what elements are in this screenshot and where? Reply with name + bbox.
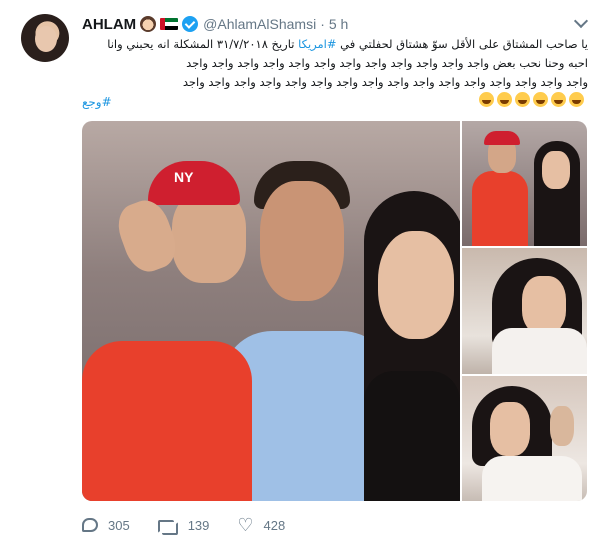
tweet-media[interactable]: NY bbox=[82, 121, 587, 501]
photo-figure bbox=[482, 456, 582, 501]
tweet-line-2: احبه وحنا نحب بعض واجد واجد واجد واجد وا… bbox=[186, 56, 588, 70]
laugh-emojis bbox=[476, 92, 584, 111]
photo-figure bbox=[522, 276, 566, 334]
tweet-time[interactable]: 5 h bbox=[329, 16, 348, 32]
side-photo-3[interactable] bbox=[462, 376, 587, 501]
retweet-icon bbox=[157, 518, 178, 535]
uae-flag-icon bbox=[160, 18, 179, 30]
retweet-count: 139 bbox=[187, 517, 210, 533]
photo-figure bbox=[82, 341, 252, 501]
face-with-tears-of-joy-icon bbox=[569, 92, 584, 107]
face-with-tears-of-joy-icon bbox=[551, 92, 566, 107]
face-with-tears-of-joy-icon bbox=[515, 92, 530, 107]
side-photo-2[interactable] bbox=[462, 248, 587, 374]
verified-badge-icon bbox=[182, 16, 199, 32]
side-photo-1[interactable] bbox=[462, 121, 587, 246]
author-handle[interactable]: @AhlamAlShamsi bbox=[203, 16, 316, 32]
tweet-tail-line bbox=[476, 92, 584, 111]
tweet-text-part: تاريخ ٣١/٧/٢٠١٨ المشكلة انه يحبني وانا bbox=[107, 37, 295, 51]
face-with-tears-of-joy-icon bbox=[479, 92, 494, 107]
avatar[interactable] bbox=[21, 14, 69, 62]
face-with-tears-of-joy-icon bbox=[533, 92, 548, 107]
tweet-line-3: واجد واجد واجد واجد واجد واجد واجد واجد … bbox=[182, 75, 588, 89]
reply-count: 305 bbox=[108, 517, 130, 533]
author-name[interactable]: AHLAM bbox=[82, 16, 136, 33]
photo-figure bbox=[378, 231, 454, 339]
cap-logo: NY bbox=[174, 169, 194, 185]
photo-figure bbox=[148, 161, 240, 205]
separator-dot: · bbox=[320, 16, 325, 32]
photo-figure bbox=[490, 402, 530, 456]
like-button[interactable]: ♡ 428 bbox=[237, 515, 286, 535]
reply-button[interactable]: 305 bbox=[82, 518, 130, 533]
photo-figure bbox=[492, 328, 587, 374]
photo-figure bbox=[542, 151, 570, 189]
hashtag-america[interactable]: #امريكا bbox=[298, 37, 336, 51]
reply-icon bbox=[82, 518, 98, 532]
tweet-text-part: يا صاحب المشتاق على الأقل سوّ هشتاق لحفل… bbox=[340, 37, 588, 51]
chevron-down-icon[interactable] bbox=[573, 13, 589, 29]
heart-icon: ♡ bbox=[237, 515, 254, 535]
photo-figure bbox=[484, 131, 520, 145]
tweet-line-1: يا صاحب المشتاق على الأقل سوّ هشتاق لحفل… bbox=[82, 35, 588, 54]
tweet-text: يا صاحب المشتاق على الأقل سوّ هشتاق لحفل… bbox=[82, 35, 588, 92]
photo-figure bbox=[364, 371, 460, 501]
main-photo[interactable]: NY bbox=[82, 121, 460, 501]
photo-figure bbox=[472, 171, 528, 246]
tweet-header: AHLAM @AhlamAlShamsi · 5 h bbox=[82, 14, 348, 34]
tweet-actions: 305 139 ♡ 428 bbox=[82, 514, 285, 536]
like-count: 428 bbox=[263, 517, 286, 533]
retweet-button[interactable]: 139 bbox=[157, 517, 210, 535]
woman-emoji-icon bbox=[140, 16, 157, 32]
photo-figure bbox=[260, 181, 344, 301]
photo-figure bbox=[550, 406, 574, 446]
face-with-tears-of-joy-icon bbox=[497, 92, 512, 107]
hashtag-pain[interactable]: #وجع bbox=[82, 95, 112, 109]
photo-figure bbox=[111, 194, 183, 278]
